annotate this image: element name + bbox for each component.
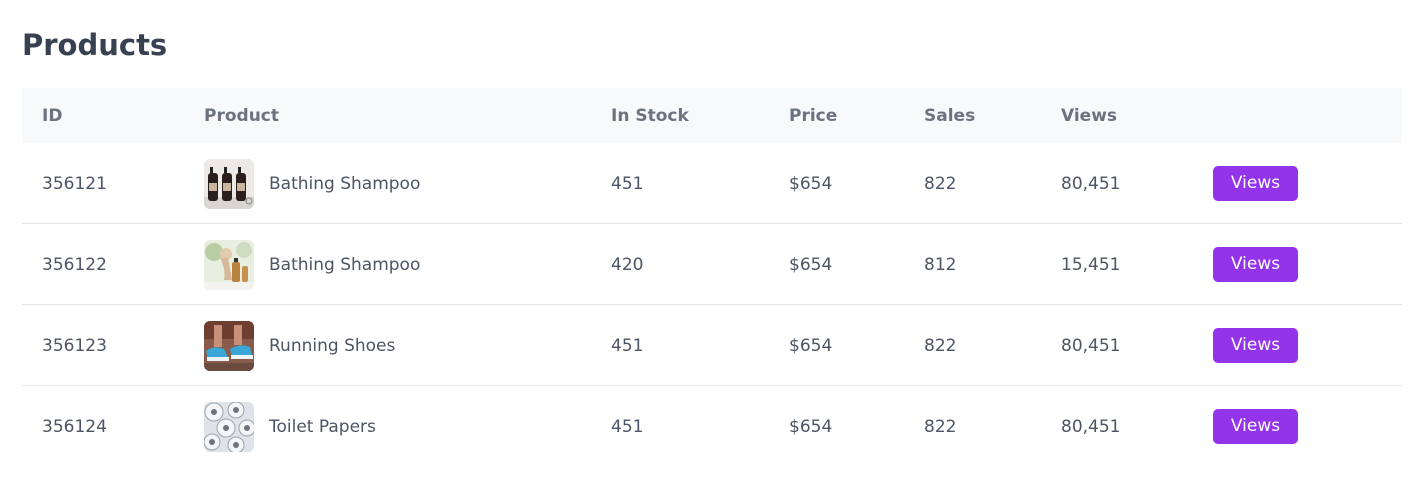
column-header-sales[interactable]: Sales [924, 88, 975, 143]
table-row: 356122 Bathing Shampoo 420 $654 812 15,4… [22, 224, 1402, 305]
sales-value: 822 [924, 417, 957, 437]
column-header-in-stock[interactable]: In Stock [611, 88, 689, 143]
price-value: $654 [789, 255, 833, 275]
product-cell: Toilet Papers [204, 386, 376, 467]
products-table: ID Product In Stock Price Sales Views 35… [22, 88, 1402, 467]
product-cell: Running Shoes [204, 305, 395, 386]
views-value: 15,451 [1061, 255, 1121, 275]
product-id: 356123 [42, 336, 107, 356]
price-value: $654 [789, 336, 833, 356]
views-button[interactable]: Views [1213, 166, 1298, 201]
running-shoes-image [204, 320, 254, 371]
table-header: ID Product In Stock Price Sales Views [22, 88, 1402, 143]
sales-value: 822 [924, 174, 957, 194]
views-button[interactable]: Views [1213, 247, 1298, 282]
product-name: Running Shoes [269, 335, 396, 356]
products-page: Products ID Product In Stock Price Sales… [0, 0, 1423, 487]
views-button[interactable]: Views [1213, 328, 1298, 363]
shampoo-bottles-image [204, 158, 254, 209]
views-value: 80,451 [1061, 336, 1121, 356]
in-stock-value: 451 [611, 417, 644, 437]
views-button[interactable]: Views [1213, 409, 1298, 444]
toilet-paper-rolls-image [204, 401, 254, 452]
product-cell: Bathing Shampoo [204, 224, 420, 305]
table-row: 356123 Running Shoes 451 $654 822 80,451… [22, 305, 1402, 386]
product-name: Toilet Papers [269, 416, 376, 437]
in-stock-value: 451 [611, 174, 644, 194]
product-cell: Bathing Shampoo [204, 143, 420, 224]
column-header-price[interactable]: Price [789, 88, 837, 143]
price-value: $654 [789, 417, 833, 437]
product-name: Bathing Shampoo [269, 173, 421, 194]
column-header-views[interactable]: Views [1061, 88, 1117, 143]
views-value: 80,451 [1061, 174, 1121, 194]
table-row: 356124 Toilet Papers 451 $654 822 80,451… [22, 386, 1402, 467]
page-title: Products [22, 28, 168, 62]
product-id: 356122 [42, 255, 107, 275]
product-id: 356121 [42, 174, 107, 194]
product-id: 356124 [42, 417, 107, 437]
column-header-id[interactable]: ID [42, 88, 62, 143]
price-value: $654 [789, 174, 833, 194]
product-name: Bathing Shampoo [269, 254, 421, 275]
column-header-product[interactable]: Product [204, 88, 279, 143]
views-value: 80,451 [1061, 417, 1121, 437]
sales-value: 812 [924, 255, 957, 275]
sales-value: 822 [924, 336, 957, 356]
in-stock-value: 420 [611, 255, 644, 275]
shampoo-shower-image [204, 239, 254, 290]
table-row: 356121 Bathing Shampoo 451 $654 822 80,4… [22, 143, 1402, 224]
in-stock-value: 451 [611, 336, 644, 356]
